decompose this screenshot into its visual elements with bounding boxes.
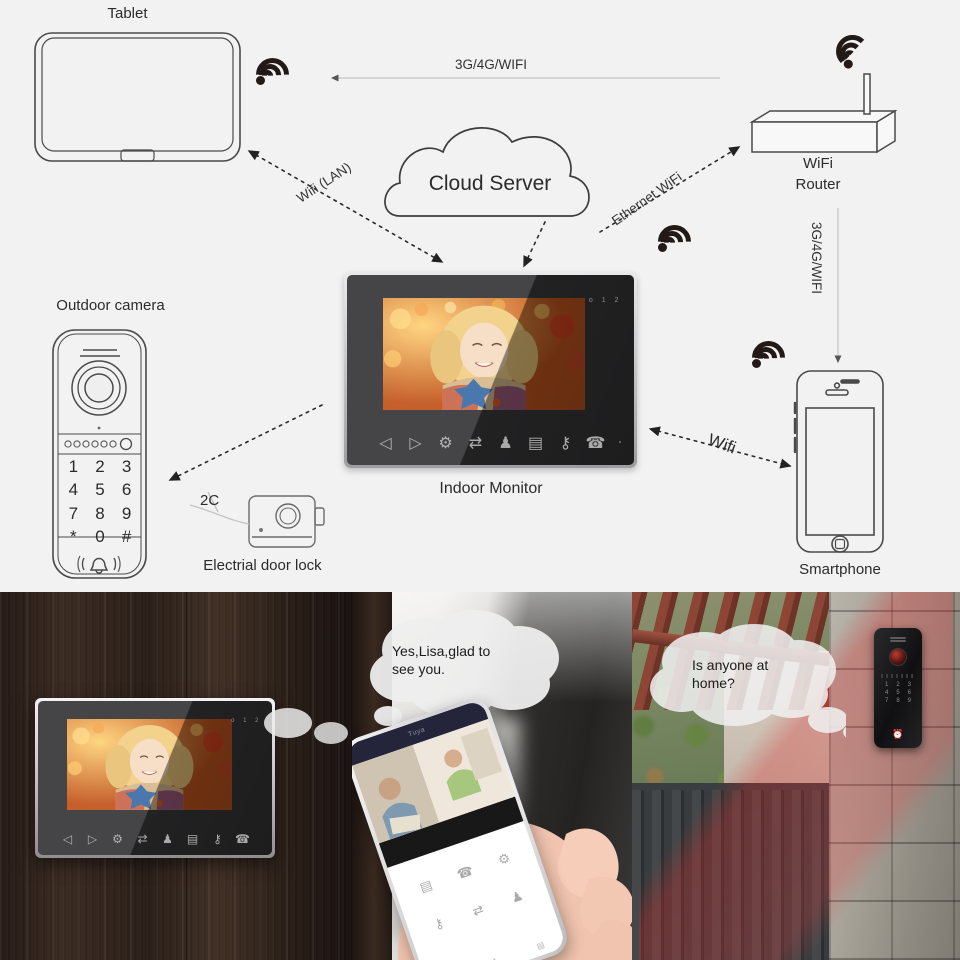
keypad-key-hash[interactable]: #: [113, 526, 140, 547]
label-door-lock-wire: 2C: [200, 492, 220, 509]
doorbell-speaker-grille: [890, 637, 906, 639]
keypad-key-9[interactable]: 9: [113, 503, 140, 524]
photo-panel-hand-phone: Yes,Lisa,glad to see you. Tuya ▤ ☎ ⚙ ⚷ ⇄…: [352, 592, 632, 960]
app-icon-snapshot[interactable]: ▤: [404, 872, 448, 901]
label-wifi-router-line1: WiFi: [803, 155, 833, 172]
monitor-key-camera[interactable]: ▤: [521, 433, 551, 453]
monitor-key-prev[interactable]: ◁: [371, 433, 401, 453]
monitor-screen: [382, 297, 586, 410]
doorbell-key-5[interactable]: 5: [892, 690, 903, 696]
monitor-key-next[interactable]: ▷: [401, 433, 431, 453]
app-bottom-nav[interactable]: ◁ ♟ ▤: [426, 934, 565, 960]
monitor-face: o 1 2 ◁ ▷ ⚙ ⇄ ♟ ▤ ⚷ ☎: [347, 275, 634, 465]
keypad-key-6[interactable]: 6: [113, 479, 140, 500]
doorbell-key-9[interactable]: 9: [904, 698, 915, 704]
doorbell-key-8[interactable]: 8: [892, 698, 903, 704]
thought-bubble-outdoor: Is anyone at home?: [646, 624, 865, 744]
label-link-3g4gwifi-right: 3G/4G/WIFI: [809, 222, 824, 295]
doorbell-ir-leds: [881, 674, 915, 678]
doorbell-key-3[interactable]: 3: [904, 682, 915, 688]
label-cloud-server: Cloud Server: [428, 172, 552, 195]
app-icon-record[interactable]: ⚙: [482, 845, 526, 874]
thought-bubble-text-indoor: Yes,Lisa,glad to see you.: [392, 643, 491, 678]
monitor-led-indicators-2: o 1 2: [231, 718, 262, 724]
app-nav-home[interactable]: ♟: [490, 956, 500, 960]
monitor-key-camera-2[interactable]: ▤: [180, 832, 205, 846]
monitor-face-2: o 1 2 ◁ ▷ ⚙ ⇄ ♟ ▤ ⚷ ☎: [38, 701, 272, 855]
monitor-key-settings-2[interactable]: ⚙: [105, 832, 130, 846]
monitor-screen-2: [67, 719, 233, 811]
doorbell-key-7[interactable]: 7: [881, 698, 892, 704]
doorbell-key-6[interactable]: 6: [904, 690, 915, 696]
doorbell-key-4[interactable]: 4: [881, 690, 892, 696]
wifi-signal-icon-smartphone: [745, 334, 796, 386]
screen-photo-girl-2: [67, 719, 233, 811]
metal-gate: [632, 783, 842, 960]
indoor-monitor-mounted[interactable]: o 1 2 ◁ ▷ ⚙ ⇄ ♟ ▤ ⚷ ☎: [35, 698, 275, 858]
keypad-key-2[interactable]: 2: [87, 456, 114, 477]
keypad-key-8[interactable]: 8: [87, 503, 114, 524]
photo-row: o 1 2 ◁ ▷ ⚙ ⇄ ♟ ▤ ⚷ ☎ Yes,Lisa,glad to s…: [0, 592, 960, 960]
wifi-signal-icon-tablet: [249, 51, 298, 103]
app-icon-refresh[interactable]: ⇄: [456, 896, 500, 925]
label-tablet: Tablet: [107, 5, 148, 22]
app-icon-gate[interactable]: ♟: [495, 883, 539, 912]
doorbell-call-bell-icon[interactable]: ⏰: [892, 729, 903, 740]
monitor-led-indicators: o 1 2: [588, 297, 622, 304]
keypad-key-4[interactable]: 4: [60, 479, 87, 500]
app-icon-mute[interactable]: ☎: [443, 859, 487, 888]
tablet-illustration: [34, 32, 241, 162]
keypad-key-star[interactable]: *: [60, 526, 87, 547]
link-cloud-monitor: [523, 221, 546, 268]
app-icon-lock[interactable]: ⚷: [417, 910, 461, 939]
monitor-key-monitor-2[interactable]: ♟: [155, 832, 180, 846]
wifi-signal-icon-monitor: [651, 218, 702, 270]
keypad-key-3[interactable]: 3: [113, 456, 140, 477]
indoor-monitor-device[interactable]: o 1 2 ◁ ▷ ⚙ ⇄ ♟ ▤ ⚷ ☎: [344, 272, 637, 468]
keypad-key-1[interactable]: 1: [60, 456, 87, 477]
monitor-key-settings[interactable]: ⚙: [431, 433, 461, 453]
wood-seam-2: [340, 592, 343, 960]
label-link-3g4gwifi-top: 3G/4G/WIFI: [455, 57, 528, 72]
doorbell-key-1[interactable]: 1: [881, 682, 892, 688]
product-infographic: 1 2 3 4 5 6 7 8 9 * 0 # o 1 2 ◁ ▷ ⚙ ⇄ ♟ …: [0, 0, 960, 960]
keypad-key-0[interactable]: 0: [87, 526, 114, 547]
label-door-lock: Electrial door lock: [203, 557, 322, 574]
photo-panel-outdoor-gate: 1 2 3 4 5 6 7 8 9 ⏰ Is anyone at home?: [632, 592, 960, 960]
monitor-key-transfer-2[interactable]: ⇄: [130, 832, 155, 846]
monitor-key-prev-2[interactable]: ◁: [55, 832, 80, 846]
smartphone-illustration: [793, 370, 884, 553]
app-nav-recent[interactable]: ▤: [536, 940, 546, 951]
label-outdoor-camera: Outdoor camera: [56, 297, 165, 314]
monitor-key-next-2[interactable]: ▷: [80, 832, 105, 846]
screen-photo-girl: [382, 297, 586, 410]
wifi-router-illustration: [749, 73, 898, 154]
photo-panel-indoor-door: o 1 2 ◁ ▷ ⚙ ⇄ ♟ ▤ ⚷ ☎: [0, 592, 352, 960]
monitor-key-talk-2[interactable]: ☎: [230, 832, 255, 846]
label-indoor-monitor: Indoor Monitor: [439, 480, 543, 497]
monitor-key-monitor[interactable]: ♟: [491, 433, 521, 453]
thought-cloud-puff-medium: [264, 708, 312, 738]
monitor-key-unlock[interactable]: ⚷: [551, 433, 581, 453]
monitor-key-talk[interactable]: ☎: [581, 433, 611, 453]
monitor-key-transfer[interactable]: ⇄: [461, 433, 491, 453]
monitor-key-unlock-2[interactable]: ⚷: [205, 832, 230, 846]
keypad-key-5[interactable]: 5: [87, 479, 114, 500]
doorbell-keypad[interactable]: 1 2 3 4 5 6 7 8 9: [881, 682, 915, 704]
label-wifi-router-line2: Router: [795, 176, 841, 193]
monitor-touch-keys-2[interactable]: ◁ ▷ ⚙ ⇄ ♟ ▤ ⚷ ☎: [38, 832, 272, 846]
keypad-key-7[interactable]: 7: [60, 503, 87, 524]
thought-cloud-puff-small: [314, 722, 348, 744]
system-diagram: 1 2 3 4 5 6 7 8 9 * 0 # o 1 2 ◁ ▷ ⚙ ⇄ ♟ …: [0, 0, 960, 592]
label-smartphone: Smartphone: [799, 561, 881, 578]
monitor-touch-keys[interactable]: ◁ ▷ ⚙ ⇄ ♟ ▤ ⚷ ☎: [347, 433, 634, 453]
doorbell-key-2[interactable]: 2: [892, 682, 903, 688]
outdoor-doorbell-mounted[interactable]: 1 2 3 4 5 6 7 8 9 ⏰: [874, 628, 922, 748]
thought-bubble-text-outdoor: Is anyone at home?: [692, 657, 769, 692]
doorbell-camera-lens: [889, 648, 907, 666]
outdoor-camera-keypad[interactable]: 1 2 3 4 5 6 7 8 9 * 0 #: [60, 456, 140, 547]
link-monitor-camera: [168, 404, 323, 481]
monitor-microphone: [618, 440, 621, 443]
